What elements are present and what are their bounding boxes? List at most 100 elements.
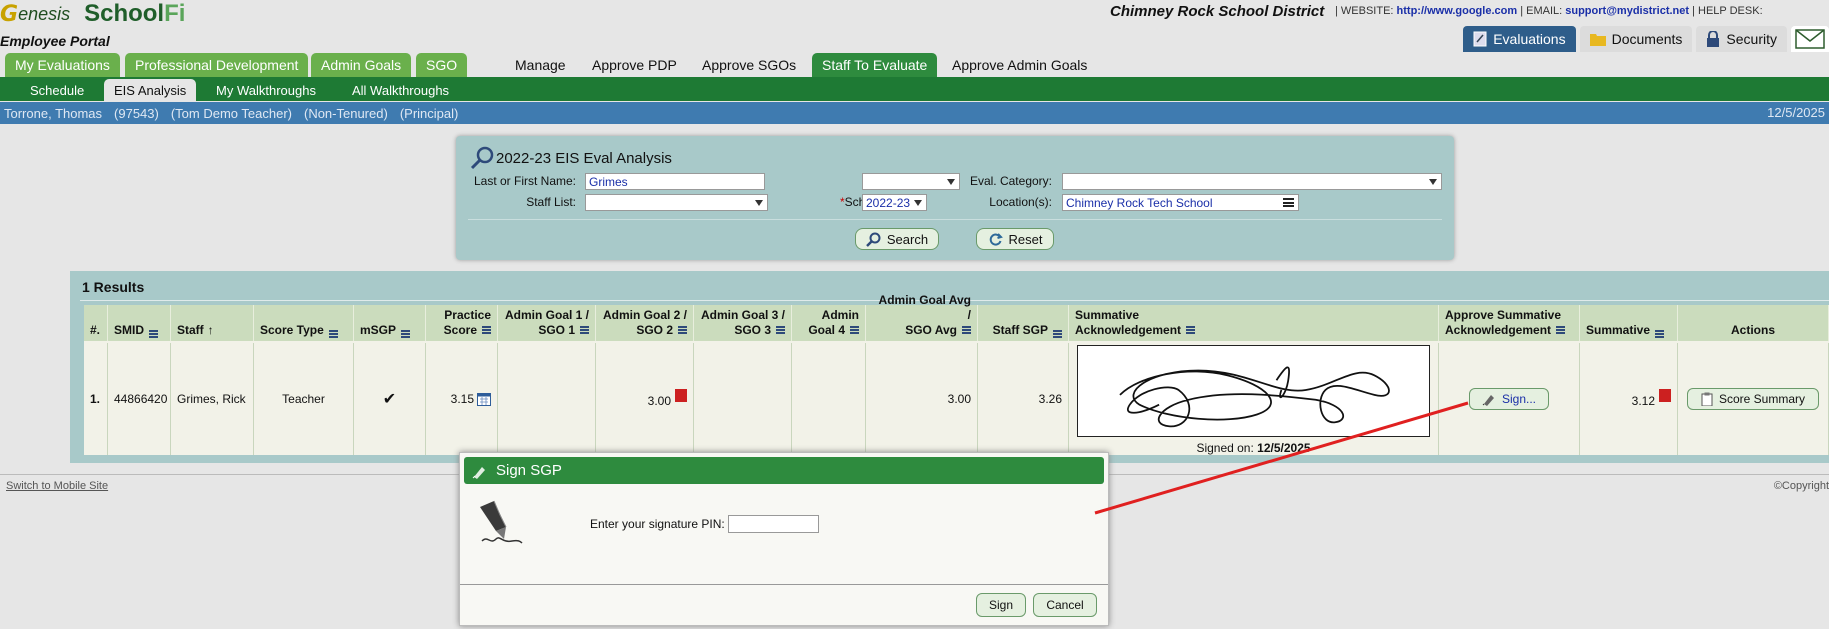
col-ag3[interactable]: Admin Goal 3 /SGO 3 — [694, 305, 792, 341]
col-summative-ack-line1: Summative — [1075, 308, 1140, 322]
col-msgp[interactable]: mSGP — [354, 305, 426, 341]
subtab-my-walkthroughs[interactable]: My Walkthroughs — [206, 79, 326, 101]
col-actions: Actions — [1678, 305, 1829, 341]
pdf-icon[interactable] — [675, 388, 687, 402]
tab-approve-pdp[interactable]: Approve PDP — [582, 53, 687, 77]
mail-button[interactable] — [1791, 26, 1829, 52]
search-button[interactable]: Search — [855, 228, 939, 250]
col-approve-ack-line1: Approve Summative — [1445, 308, 1562, 322]
col-ag4-line2: Goal 4 — [808, 323, 845, 337]
signed-on-label: Signed on: — [1196, 441, 1254, 455]
main-tabs: My Evaluations Professional Development … — [0, 53, 1829, 77]
ag2-score: 3.00 — [647, 394, 671, 408]
tab-approve-sgos[interactable]: Approve SGOs — [692, 53, 806, 77]
calendar-icon[interactable] — [477, 392, 491, 406]
signed-on-text: Signed on: 12/5/2025 — [1196, 441, 1310, 455]
header: G enesis SchoolFi Employee Portal Chimne… — [0, 0, 1829, 52]
pdf-icon[interactable] — [1659, 388, 1671, 402]
switch-mobile-link[interactable]: Switch to Mobile Site — [6, 480, 108, 492]
cell-ag1 — [498, 343, 596, 455]
column-menu-icon[interactable] — [580, 326, 589, 334]
tab-admin-goals[interactable]: Admin Goals — [311, 53, 412, 77]
pin-input[interactable] — [728, 515, 819, 533]
tab-my-evaluations[interactable]: My Evaluations — [5, 53, 120, 77]
check-icon: ✔ — [354, 343, 426, 455]
tab-documents[interactable]: Documents — [1579, 26, 1693, 52]
email-link[interactable]: support@mydistrict.net — [1565, 5, 1689, 17]
tab-professional-development[interactable]: Professional Development — [125, 53, 309, 77]
col-practice[interactable]: Practice Score — [426, 305, 498, 341]
staff-list-label: Staff List: — [526, 195, 576, 209]
sign-row-button[interactable]: Sign... — [1469, 388, 1549, 410]
column-menu-icon[interactable] — [401, 330, 411, 338]
dialog-cancel-button[interactable]: Cancel — [1033, 593, 1097, 617]
col-ag1-line2: SGO 1 — [538, 323, 575, 337]
results-table: #. SMID Staff ↑ Score Type mSGP Practice S… — [84, 293, 1829, 455]
column-menu-icon[interactable] — [1655, 330, 1665, 338]
genesis-logo[interactable]: G enesis SchoolFi — [0, 0, 185, 28]
info-role: (Tom Demo Teacher) — [170, 105, 292, 121]
sort-up-icon[interactable]: ↑ — [208, 323, 214, 338]
cell-score-type: Teacher — [254, 343, 354, 455]
column-menu-icon[interactable] — [1053, 330, 1062, 338]
location-input[interactable]: Chimney Rock Tech School — [1062, 194, 1299, 211]
cell-approve-ack: Sign... — [1439, 343, 1580, 455]
column-menu-icon[interactable] — [962, 326, 971, 334]
tab-evaluations[interactable]: Evaluations — [1463, 26, 1576, 52]
pen-icon — [1482, 395, 1494, 406]
col-staff[interactable]: Staff ↑ — [171, 305, 254, 341]
sign-row-button-label: Sign... — [1501, 392, 1537, 406]
col-score-type[interactable]: Score Type — [254, 305, 354, 341]
col-practice-line2: Score — [443, 323, 477, 337]
col-staff-sgp[interactable]: Staff SGP — [978, 305, 1069, 341]
col-smid[interactable]: SMID — [108, 305, 171, 341]
col-ag1[interactable]: Admin Goal 1 /SGO 1 — [498, 305, 596, 341]
col-ag-avg-line2: SGO Avg — [905, 323, 957, 337]
col-actions-label: Actions — [1730, 323, 1775, 337]
column-menu-icon[interactable] — [678, 326, 687, 334]
dialog-title: Sign SGP — [496, 462, 562, 479]
column-menu-icon[interactable] — [776, 326, 785, 334]
cell-staff-sgp: 3.26 — [978, 343, 1069, 455]
col-ag4-line1: Admin — [821, 308, 859, 322]
tab-sgo[interactable]: SGO — [416, 53, 468, 77]
col-ag2-line2: SGO 2 — [636, 323, 673, 337]
subtab-schedule[interactable]: Schedule — [20, 79, 94, 101]
col-ag4[interactable]: Admin Goal 4 — [792, 305, 866, 341]
subtab-eis-analysis[interactable]: EIS Analysis — [104, 79, 197, 101]
tenure-select[interactable] — [862, 173, 960, 190]
magnifier-icon — [470, 146, 494, 170]
col-summative-ack[interactable]: Summative Acknowledgement — [1069, 305, 1439, 341]
website-link[interactable]: http://www.google.com — [1397, 5, 1518, 17]
column-menu-icon[interactable] — [328, 330, 338, 338]
col-smid-label: SMID — [114, 323, 144, 337]
col-ag2[interactable]: Admin Goal 2 /SGO 2 — [596, 305, 694, 341]
tab-security[interactable]: Security — [1696, 26, 1787, 52]
signature-image — [1077, 345, 1430, 437]
tab-staff-to-evaluate[interactable]: Staff To Evaluate — [812, 53, 938, 77]
reset-button[interactable]: Reset — [976, 228, 1054, 250]
column-menu-icon[interactable] — [1556, 326, 1566, 334]
column-menu-icon[interactable] — [1186, 326, 1196, 334]
name-input[interactable]: Grimes — [585, 173, 765, 190]
col-ag-avg[interactable]: Admin Goal Avg / SGO Avg — [866, 293, 978, 341]
column-menu-icon[interactable] — [850, 326, 859, 334]
col-staff-sgp-label: Staff SGP — [992, 323, 1048, 337]
column-menu-icon[interactable] — [149, 330, 158, 338]
tab-manage[interactable]: Manage — [505, 53, 576, 77]
dialog-titlebar[interactable]: Sign SGP — [464, 457, 1104, 484]
column-menu-icon[interactable] — [482, 326, 491, 334]
school-year-select[interactable]: 2022-23 — [862, 194, 927, 211]
search-title-text: 2022-23 EIS Eval Analysis — [496, 149, 672, 167]
score-summary-button[interactable]: Score Summary — [1687, 388, 1819, 410]
staff-list-select[interactable] — [585, 194, 768, 211]
col-summative[interactable]: Summative — [1580, 305, 1678, 341]
col-approve-ack[interactable]: Approve Summative Acknowledgement — [1439, 305, 1580, 341]
list-menu-icon[interactable] — [1283, 198, 1294, 207]
col-summative-ack-line2: Acknowledgement — [1075, 323, 1182, 337]
category-select[interactable] — [1062, 173, 1442, 190]
dialog-sign-button[interactable]: Sign — [976, 593, 1026, 617]
tab-approve-admin-goals[interactable]: Approve Admin Goals — [942, 53, 1097, 77]
subtab-all-walkthroughs[interactable]: All Walkthroughs — [342, 79, 459, 101]
helpdesk-label: | HELP DESK: — [1692, 5, 1763, 17]
